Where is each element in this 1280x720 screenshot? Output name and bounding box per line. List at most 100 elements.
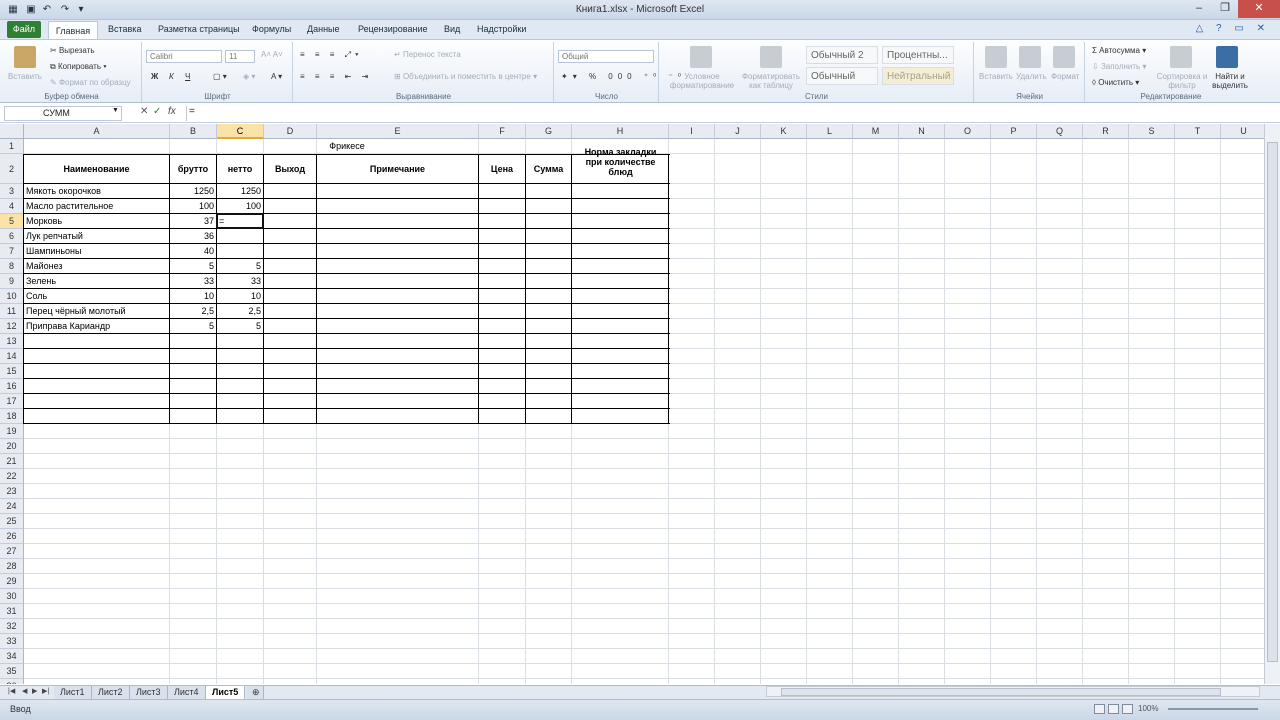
next-sheet-icon[interactable]: ▶ bbox=[32, 687, 37, 695]
column-header-q[interactable]: Q bbox=[1037, 124, 1083, 139]
tab-file[interactable]: Файл bbox=[7, 21, 41, 38]
row-header-27[interactable]: 27 bbox=[0, 544, 24, 559]
cell-brutto[interactable]: 33 bbox=[172, 274, 214, 289]
autosum-button[interactable]: Σ Автосумма ▾ bbox=[1092, 46, 1146, 55]
sheet-tab-1[interactable]: Лист1 bbox=[54, 686, 92, 699]
prev-sheet-icon[interactable]: ◀ bbox=[22, 687, 27, 695]
delete-cells-button[interactable]: Удалить bbox=[1016, 72, 1047, 81]
style-normal[interactable]: Обычный bbox=[806, 67, 878, 85]
row-header-5[interactable]: 5 bbox=[0, 214, 24, 229]
grow-font-icon[interactable]: A˄ A˅ bbox=[261, 50, 283, 59]
row-header-12[interactable]: 12 bbox=[0, 319, 24, 334]
format-as-table-button[interactable]: Форматировать как таблицу bbox=[738, 72, 804, 90]
row-header-8[interactable]: 8 bbox=[0, 259, 24, 274]
sheet-tab-5[interactable]: Лист5 bbox=[206, 686, 246, 699]
column-header-t[interactable]: T bbox=[1175, 124, 1221, 139]
column-header-i[interactable]: I bbox=[669, 124, 715, 139]
header-c[interactable]: нетто bbox=[219, 154, 261, 184]
column-header-a[interactable]: A bbox=[24, 124, 170, 139]
minimize-button[interactable]: – bbox=[1186, 0, 1212, 18]
cancel-entry-button[interactable]: ✕ bbox=[140, 106, 148, 117]
row-header-11[interactable]: 11 bbox=[0, 304, 24, 319]
row-header-36[interactable]: 36 bbox=[0, 679, 24, 684]
column-header-o[interactable]: O bbox=[945, 124, 991, 139]
format-cells-button[interactable]: Формат bbox=[1051, 72, 1079, 81]
find-select-button[interactable]: Найти и выделить bbox=[1208, 72, 1252, 90]
column-header-d[interactable]: D bbox=[264, 124, 317, 139]
row-header-29[interactable]: 29 bbox=[0, 574, 24, 589]
row-header-15[interactable]: 15 bbox=[0, 364, 24, 379]
cell-netto[interactable]: 10 bbox=[219, 289, 261, 304]
column-header-h[interactable]: H bbox=[572, 124, 669, 139]
column-header-u[interactable]: U bbox=[1221, 124, 1264, 139]
zoom-slider[interactable] bbox=[1168, 708, 1258, 710]
row-header-9[interactable]: 9 bbox=[0, 274, 24, 289]
column-header-e[interactable]: E bbox=[317, 124, 479, 139]
horizontal-scrollbar[interactable] bbox=[766, 686, 1260, 697]
cell-name[interactable]: Майонез bbox=[26, 259, 167, 274]
style-normal2[interactable]: Обычный 2 bbox=[806, 46, 878, 64]
italic-button[interactable]: К bbox=[169, 72, 174, 81]
cell-name[interactable]: Лук репчатый bbox=[26, 229, 167, 244]
row-header-23[interactable]: 23 bbox=[0, 484, 24, 499]
tab-addins[interactable]: Надстройки bbox=[477, 24, 526, 34]
font-size-box[interactable]: 11 bbox=[225, 50, 255, 63]
vertical-scrollbar[interactable] bbox=[1264, 124, 1280, 684]
bold-button[interactable]: Ж bbox=[151, 72, 158, 81]
new-sheet-icon[interactable]: ⊕ bbox=[246, 686, 264, 699]
column-header-k[interactable]: K bbox=[761, 124, 807, 139]
row-header-28[interactable]: 28 bbox=[0, 559, 24, 574]
style-neutral[interactable]: Нейтральный bbox=[882, 67, 954, 85]
last-sheet-icon[interactable]: ▶| bbox=[42, 687, 49, 695]
zoom-level[interactable]: 100% bbox=[1138, 704, 1158, 713]
header-b[interactable]: брутто bbox=[172, 154, 214, 184]
column-header-g[interactable]: G bbox=[526, 124, 572, 139]
number-format-box[interactable]: Общий bbox=[558, 50, 654, 63]
row-header-24[interactable]: 24 bbox=[0, 499, 24, 514]
tab-formulas[interactable]: Формулы bbox=[252, 24, 291, 34]
formula-input[interactable]: = bbox=[186, 106, 1276, 121]
row-header-7[interactable]: 7 bbox=[0, 244, 24, 259]
border-icon[interactable]: ▢ ▾ bbox=[213, 72, 227, 81]
column-header-m[interactable]: M bbox=[853, 124, 899, 139]
tab-insert[interactable]: Вставка bbox=[108, 24, 141, 34]
header-a[interactable]: Наименование bbox=[26, 154, 167, 184]
column-header-r[interactable]: R bbox=[1083, 124, 1129, 139]
row-header-31[interactable]: 31 bbox=[0, 604, 24, 619]
row-header-25[interactable]: 25 bbox=[0, 514, 24, 529]
row-header-35[interactable]: 35 bbox=[0, 664, 24, 679]
cell-brutto[interactable]: 36 bbox=[172, 229, 214, 244]
row-header-14[interactable]: 14 bbox=[0, 349, 24, 364]
cell-netto[interactable] bbox=[219, 244, 261, 259]
row-header-19[interactable]: 19 bbox=[0, 424, 24, 439]
name-box[interactable]: СУММ bbox=[4, 106, 122, 121]
tab-data[interactable]: Данные bbox=[307, 24, 340, 34]
row-header-30[interactable]: 30 bbox=[0, 589, 24, 604]
cell-name[interactable]: Морковь bbox=[26, 214, 167, 229]
cell-netto[interactable]: 2,5 bbox=[219, 304, 261, 319]
cell-brutto[interactable]: 10 bbox=[172, 289, 214, 304]
row-header-20[interactable]: 20 bbox=[0, 439, 24, 454]
underline-button[interactable]: Ч bbox=[185, 72, 190, 81]
row-header-10[interactable]: 10 bbox=[0, 289, 24, 304]
cell-brutto[interactable]: 2,5 bbox=[172, 304, 214, 319]
merge-center-button[interactable]: ⊞ Объединить и поместить в центре ▾ bbox=[394, 72, 537, 81]
cell-brutto[interactable]: 37 bbox=[172, 214, 214, 229]
cell-name[interactable]: Приправа Кариандр bbox=[26, 319, 167, 334]
first-sheet-icon[interactable]: |◀ bbox=[8, 687, 15, 695]
column-header-c[interactable]: C bbox=[217, 124, 264, 139]
cell-brutto[interactable]: 5 bbox=[172, 319, 214, 334]
tab-home[interactable]: Главная bbox=[48, 21, 98, 40]
row-header-32[interactable]: 32 bbox=[0, 619, 24, 634]
row-header-33[interactable]: 33 bbox=[0, 634, 24, 649]
cell-name[interactable]: Мякоть окорочков bbox=[26, 184, 167, 199]
header-f[interactable]: Цена bbox=[481, 154, 523, 184]
header-e[interactable]: Примечание bbox=[319, 154, 476, 184]
worksheet-grid[interactable]: ABCDEFGHIJKLMNOPQRSTU 1 2 3 4 5 6 7 8 9 10 11 12 13 1… bbox=[0, 124, 1264, 684]
cell-netto[interactable] bbox=[219, 229, 261, 244]
cut-button[interactable]: ✂ Вырезать bbox=[50, 46, 95, 55]
header-h[interactable]: Норма закладки при количестве блюд bbox=[572, 139, 669, 184]
cell-name[interactable]: Масло растительное bbox=[26, 199, 167, 214]
column-header-n[interactable]: N bbox=[899, 124, 945, 139]
row-header-3[interactable]: 3 bbox=[0, 184, 24, 199]
